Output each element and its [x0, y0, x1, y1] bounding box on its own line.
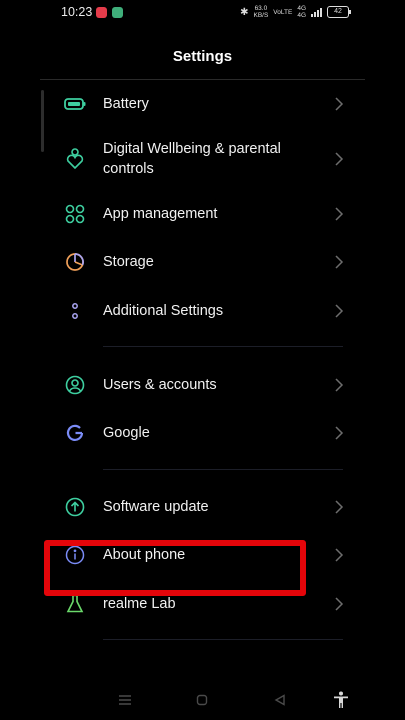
home-nav-icon[interactable] [190, 688, 214, 712]
dots-icon [63, 299, 87, 323]
settings-item-label: Additional Settings [103, 303, 224, 319]
battery-level: 42 [327, 6, 351, 18]
back-nav-icon[interactable] [268, 688, 292, 712]
settings-item-label: realme Lab [103, 596, 176, 612]
settings-item-battery[interactable]: Battery [0, 92, 405, 116]
notification-app-icon [96, 7, 107, 18]
google-icon [63, 421, 87, 445]
settings-item-label: App management [103, 206, 218, 222]
chevron-right-icon [332, 152, 346, 166]
chevron-right-icon [332, 500, 346, 514]
highlight-annotation [44, 540, 306, 596]
signal-icon [311, 7, 322, 17]
chevron-right-icon [332, 97, 346, 111]
menu-nav-icon[interactable] [113, 688, 137, 712]
phone-notification-icon [112, 7, 123, 18]
settings-item-software-update[interactable]: Software update [0, 495, 405, 519]
chevron-right-icon [332, 378, 346, 392]
section-divider [103, 469, 343, 470]
section-divider [103, 639, 343, 640]
pie-chart-icon [63, 250, 87, 274]
heart-person-icon [63, 147, 87, 171]
page-title: Settings [172, 48, 233, 65]
chevron-right-icon [332, 548, 346, 562]
bluetooth-icon: ✱ [240, 6, 249, 18]
status-bar: 10:23 ✱ 63.0 KB/S VoLTE 4G 4G 42 [0, 0, 405, 26]
net-speed: 63.0 KB/S [253, 5, 269, 19]
settings-item-label: Battery [103, 96, 149, 112]
volte-indicator: VoLTE [273, 8, 293, 16]
section-divider [103, 346, 343, 347]
user-icon [63, 373, 87, 397]
settings-item-label: Digital Wellbeing & parental controls [103, 141, 281, 177]
header-divider [40, 79, 365, 80]
upload-arrow-icon [63, 495, 87, 519]
app-grid-icon [63, 202, 87, 226]
settings-item-label: Google [103, 425, 150, 441]
settings-item-google[interactable]: Google [0, 421, 405, 445]
battery-icon [63, 92, 87, 116]
settings-item-additional-settings[interactable]: Additional Settings [0, 299, 405, 323]
settings-item-digital-wellbeing[interactable]: Digital Wellbeing & parental controls [0, 139, 405, 179]
settings-item-users-accounts[interactable]: Users & accounts [0, 373, 405, 397]
accessibility-icon[interactable] [329, 688, 353, 712]
navigation-bar [0, 688, 405, 712]
chevron-right-icon [332, 207, 346, 221]
settings-item-label: Software update [103, 499, 209, 515]
settings-item-app-management[interactable]: App management [0, 202, 405, 226]
chevron-right-icon [332, 255, 346, 269]
status-icons: ✱ 63.0 KB/S VoLTE 4G 4G 42 [240, 5, 351, 19]
network-type: 4G 4G [297, 5, 306, 19]
chevron-right-icon [332, 426, 346, 440]
settings-item-label: Users & accounts [103, 377, 217, 393]
status-time: 10:23 [61, 5, 93, 19]
settings-item-label: Storage [103, 254, 154, 270]
chevron-right-icon [332, 597, 346, 611]
settings-item-storage[interactable]: Storage [0, 250, 405, 274]
chevron-right-icon [332, 304, 346, 318]
